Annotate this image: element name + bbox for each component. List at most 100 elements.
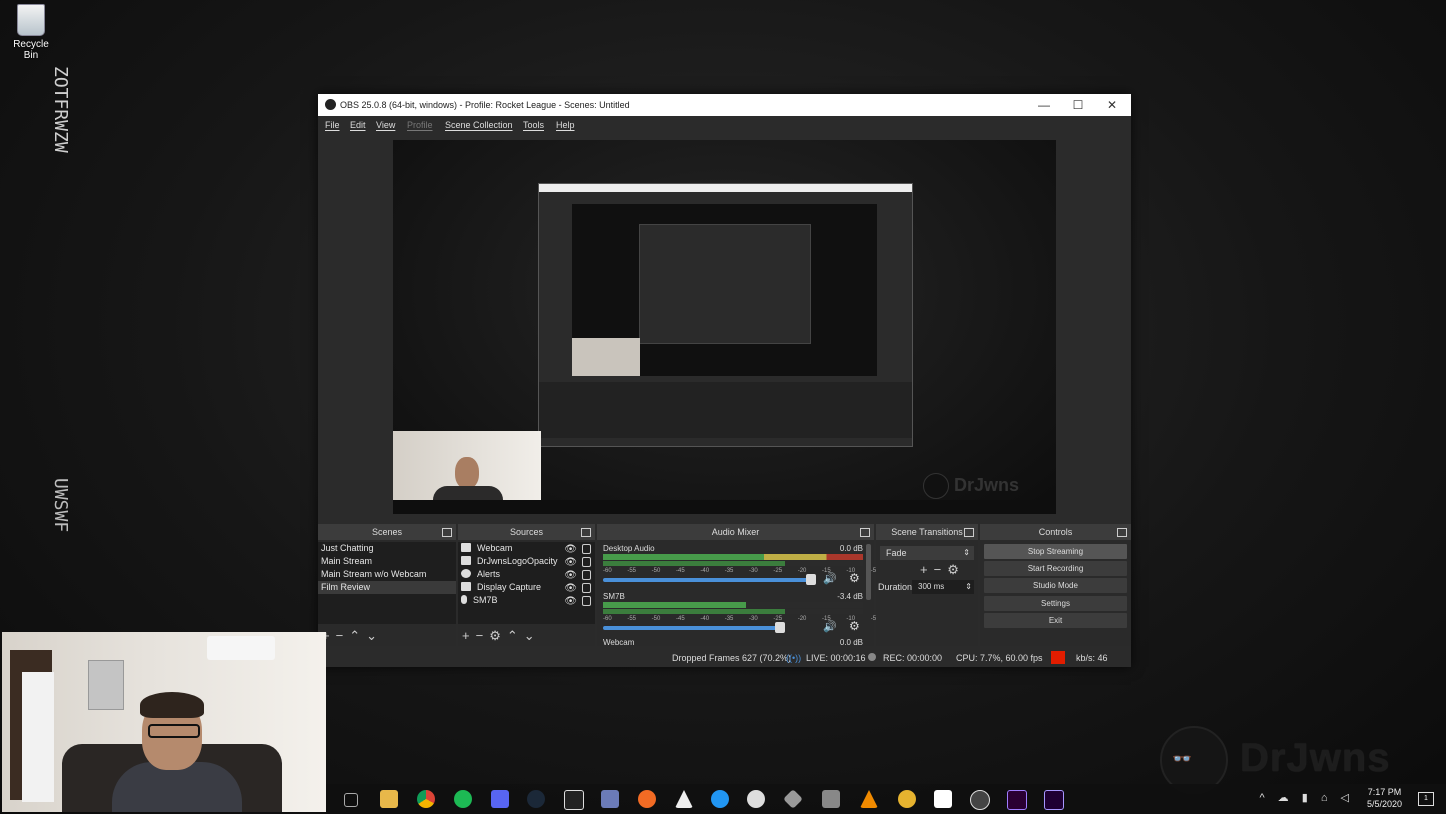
task-view-icon[interactable]	[344, 793, 358, 807]
channel-name: Desktop Audio	[603, 544, 655, 553]
move-down-icon[interactable]: ⌄	[366, 629, 377, 643]
speaker-icon[interactable]: 🔊	[823, 572, 837, 585]
preview-canvas[interactable]: DrJwns	[393, 140, 1056, 514]
duration-value: 300 ms	[918, 582, 945, 591]
scene-item-main-stream[interactable]: Main Stream	[318, 555, 456, 568]
volume-fader-knob[interactable]	[806, 574, 816, 585]
scene-item-film-review[interactable]: Film Review	[318, 581, 456, 594]
exit-button[interactable]: Exit	[984, 613, 1127, 628]
start-recording-button[interactable]: Start Recording	[984, 561, 1127, 576]
gear-icon[interactable]: ⚙	[849, 571, 860, 585]
menu-file[interactable]: File	[325, 120, 340, 130]
channel-db: -3.4 dB	[837, 592, 863, 601]
settings-button[interactable]: Settings	[984, 596, 1127, 611]
spotify-icon[interactable]	[454, 790, 472, 808]
gear-icon[interactable]: ⚙	[489, 629, 501, 643]
remove-transition-button[interactable]: −	[934, 562, 948, 577]
menu-edit[interactable]: Edit	[350, 120, 366, 130]
scenes-dock: Scenes Just Chatting Main Stream Main St…	[318, 524, 456, 646]
battlenet-icon[interactable]	[601, 790, 619, 808]
recycle-bin-label: Recycle Bin	[13, 39, 49, 61]
webcam-person	[455, 457, 479, 489]
volume-fader-track[interactable]	[603, 578, 809, 582]
stop-streaming-button[interactable]: Stop Streaming	[984, 544, 1127, 559]
volume-meter	[603, 602, 863, 608]
source-item-logo[interactable]: DrJwnsLogoOpacity 👁	[458, 555, 595, 568]
recycle-bin-icon[interactable]: Recycle Bin	[6, 4, 56, 61]
lock-icon[interactable]	[582, 583, 591, 593]
chrome-icon[interactable]	[417, 790, 435, 808]
lock-icon[interactable]	[582, 544, 591, 554]
transition-select[interactable]: Fade ⇕	[880, 546, 974, 560]
eye-icon[interactable]: 👁	[564, 595, 577, 608]
menu-scene-collection[interactable]: Scene Collection	[445, 120, 513, 130]
move-up-icon[interactable]: ⌃	[349, 629, 360, 643]
scene-item-main-stream-no-webcam[interactable]: Main Stream w/o Webcam	[318, 568, 456, 581]
status-bar: Dropped Frames 627 (70.2%) ((•)) LIVE: 0…	[318, 648, 1131, 667]
popout-icon[interactable]	[581, 528, 591, 537]
epic-games-icon[interactable]	[564, 790, 584, 810]
clock-time: 7:17 PM	[1367, 787, 1402, 797]
popout-icon[interactable]	[1117, 528, 1127, 537]
gear-icon[interactable]: ⚙	[947, 562, 965, 577]
source-item-sm7b[interactable]: SM7B 👁	[458, 594, 595, 607]
remove-scene-button[interactable]: −	[336, 629, 344, 643]
system-tray-icons[interactable]: ^ ☁ ▮ ⌂ ◁	[1259, 791, 1354, 804]
menu-profile[interactable]: Profile	[407, 120, 433, 130]
speaker-icon[interactable]: 🔊	[823, 620, 837, 633]
obs-icon[interactable]	[970, 790, 990, 810]
close-button[interactable]: ✕	[1104, 97, 1120, 113]
maximize-button[interactable]: ☐	[1070, 97, 1086, 113]
controls-dock: Controls Stop Streaming Start Recording …	[980, 524, 1131, 646]
steam-icon[interactable]	[527, 790, 545, 808]
popout-icon[interactable]	[860, 528, 870, 537]
lock-icon[interactable]	[582, 570, 591, 580]
file-explorer-icon[interactable]	[380, 790, 398, 808]
add-source-button[interactable]: +	[462, 629, 470, 643]
notification-icon[interactable]: 1	[1418, 792, 1434, 806]
app-lightbulb-icon[interactable]	[747, 790, 765, 808]
vlc-icon[interactable]	[860, 790, 878, 808]
mixer-channel-desktop-audio: Desktop Audio 0.0 dB -60 -55 -50 -45 -40…	[603, 544, 895, 590]
popout-icon[interactable]	[964, 528, 974, 537]
app-helmet-icon[interactable]	[898, 790, 916, 808]
volume-fader-knob[interactable]	[775, 622, 785, 633]
discord-icon[interactable]	[491, 790, 509, 808]
minimize-button[interactable]: —	[1036, 97, 1052, 113]
lock-icon[interactable]	[582, 596, 591, 606]
origin-icon[interactable]	[638, 790, 656, 808]
source-label: SM7B	[473, 595, 498, 605]
premiere-pro-icon[interactable]	[1007, 790, 1027, 810]
menu-help[interactable]: Help	[556, 120, 575, 130]
source-item-display-capture[interactable]: Display Capture 👁	[458, 581, 595, 594]
audio-mixer-dock: Audio Mixer Desktop Audio 0.0 dB -60 -55…	[597, 524, 895, 647]
remove-source-button[interactable]: −	[476, 629, 484, 643]
volume-meter-peak	[603, 561, 863, 566]
scene-item-just-chatting[interactable]: Just Chatting	[318, 542, 456, 555]
popout-icon[interactable]	[442, 528, 452, 537]
move-up-icon[interactable]: ⌃	[507, 629, 518, 643]
mixer-scrollbar[interactable]	[866, 544, 871, 600]
stepper-icon[interactable]: ⇕	[965, 580, 972, 594]
app-a-icon[interactable]	[675, 790, 693, 808]
volume-fader-track[interactable]	[603, 626, 779, 630]
app-x-icon[interactable]	[934, 790, 952, 808]
app-tank-icon[interactable]	[822, 790, 840, 808]
move-down-icon[interactable]: ⌄	[524, 629, 535, 643]
after-effects-icon[interactable]	[1044, 790, 1064, 810]
add-transition-button[interactable]: +	[920, 562, 934, 577]
duration-input[interactable]: 300 ms ⇕	[912, 580, 974, 594]
studio-mode-button[interactable]: Studio Mode	[984, 578, 1127, 593]
lock-icon[interactable]	[582, 557, 591, 567]
clock[interactable]: 7:17 PM 5/5/2020	[1367, 786, 1402, 810]
gear-icon[interactable]: ⚙	[849, 619, 860, 633]
uplay-icon[interactable]	[711, 790, 729, 808]
app-diamond-icon[interactable]	[783, 789, 803, 809]
source-item-webcam[interactable]: Webcam 👁	[458, 542, 595, 555]
source-item-alerts[interactable]: Alerts 👁	[458, 568, 595, 581]
menu-tools[interactable]: Tools	[523, 120, 544, 130]
controls-title: Controls	[1038, 527, 1073, 537]
scenes-toolbar: +−⌃⌄	[322, 628, 383, 643]
desktop-side-text-bottom: UWSWF	[48, 478, 71, 532]
menu-view[interactable]: View	[376, 120, 395, 130]
